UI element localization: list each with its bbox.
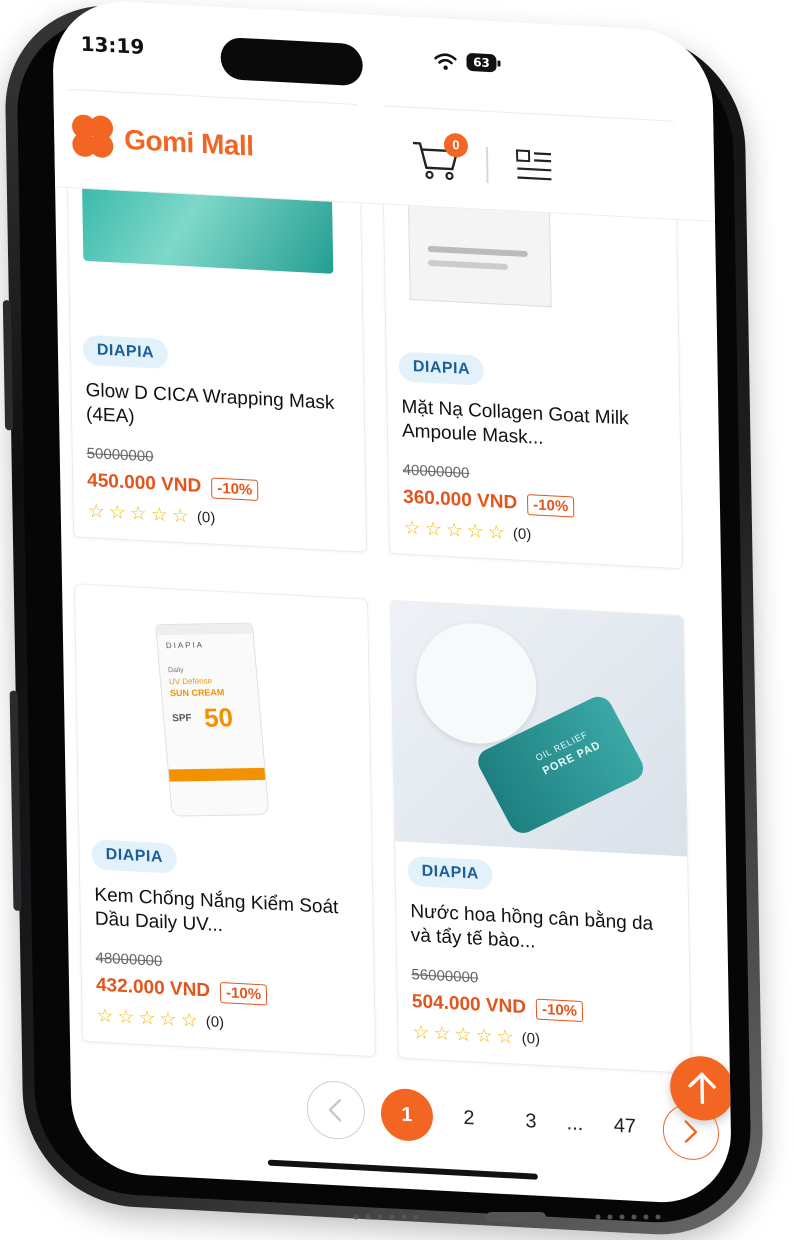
star-icon: ☆	[445, 519, 464, 542]
product-card[interactable]: DIAPIA Daily UV Defense SUN CREAM SPF 50…	[74, 583, 376, 1058]
star-icon: ☆	[159, 1008, 177, 1031]
product-card[interactable]: OIL RELIEF PORE PAD DIAPIA Nước hoa hồng…	[389, 599, 692, 1074]
star-icon: ☆	[87, 501, 105, 523]
rating-count: (0)	[196, 508, 216, 527]
next-page-button[interactable]	[662, 1102, 720, 1162]
brand-tag[interactable]: DIAPIA	[82, 334, 169, 370]
star-icon: ☆	[454, 1024, 472, 1047]
rating-row: ☆ ☆ ☆ ☆ ☆ (0)	[403, 517, 668, 552]
discount-badge: -10%	[527, 493, 575, 518]
star-icon: ☆	[475, 1025, 493, 1048]
sunscreen-spf-value: 50	[202, 702, 235, 733]
sale-price: 504.000 VND	[411, 991, 527, 1019]
star-icon: ☆	[171, 505, 190, 528]
dynamic-island	[220, 36, 364, 87]
menu-icon[interactable]	[515, 148, 553, 182]
volume-up-button	[2, 299, 14, 431]
speaker-grille	[353, 1212, 661, 1222]
sunscreen-label-2: UV Defense	[168, 676, 213, 687]
discount-badge: -10%	[219, 981, 268, 1006]
star-icon: ☆	[150, 504, 169, 527]
price-row: 360.000 VND -10%	[403, 487, 667, 523]
device-stage: 13:19 63 Gomi Mall 0 DIAPIA Glow D CICA …	[0, 0, 794, 1240]
price-row: 504.000 VND -10%	[412, 991, 676, 1027]
chevron-left-icon	[328, 1099, 342, 1122]
rating-count: (0)	[205, 1013, 225, 1032]
sunscreen-tube-graphic: DIAPIA Daily UV Defense SUN CREAM SPF 50	[155, 622, 270, 817]
rating-row: ☆ ☆ ☆ ☆ ☆ (0)	[412, 1022, 676, 1056]
cotton-pad-graphic	[415, 620, 538, 747]
page-1-button[interactable]: 1	[380, 1087, 434, 1143]
page-47-button[interactable]: 47	[598, 1099, 651, 1154]
wifi-icon	[434, 53, 457, 70]
pagination: 1 2 3 ... 47	[71, 1071, 732, 1170]
star-icon: ☆	[180, 1009, 198, 1032]
star-icon: ☆	[424, 518, 442, 541]
product-name[interactable]: Nước hoa hồng cân bằng da và tẩy tế bào.…	[410, 900, 675, 962]
star-icon: ☆	[117, 1006, 135, 1029]
sunscreen-brand-text: DIAPIA	[165, 640, 205, 651]
product-name[interactable]: Mặt Nạ Collagen Goat Milk Ampoule Mask..…	[401, 395, 666, 457]
star-icon: ☆	[138, 1007, 156, 1030]
sale-price: 432.000 VND	[95, 974, 211, 1002]
star-icon: ☆	[466, 520, 485, 543]
rating-count: (0)	[521, 1029, 541, 1048]
sale-price: 450.000 VND	[87, 469, 202, 497]
sale-price: 360.000 VND	[402, 486, 518, 514]
star-icon: ☆	[496, 1026, 514, 1049]
star-icon: ☆	[433, 1023, 451, 1046]
brand-tag[interactable]: DIAPIA	[407, 855, 494, 891]
sunscreen-label-1: Daily	[167, 666, 184, 675]
status-time: 13:19	[80, 31, 145, 59]
product-name[interactable]: Kem Chống Nắng Kiểm Soát Dầu Daily UV...	[94, 883, 359, 945]
rating-row: ☆ ☆ ☆ ☆ ☆ (0)	[96, 1005, 360, 1040]
star-icon: ☆	[96, 1005, 114, 1028]
star-icon: ☆	[108, 502, 127, 525]
price-row: 432.000 VND -10%	[96, 975, 360, 1011]
price-row: 450.000 VND -10%	[87, 470, 351, 506]
discount-badge: -10%	[535, 998, 584, 1022]
header-divider	[485, 146, 489, 184]
star-icon: ☆	[412, 1022, 430, 1045]
page-3-button[interactable]: 3	[504, 1094, 557, 1149]
product-image[interactable]: OIL RELIEF PORE PAD	[390, 600, 688, 857]
star-icon: ☆	[129, 503, 148, 526]
rating-count: (0)	[512, 525, 532, 544]
sunscreen-spf-label: SPF	[171, 712, 193, 725]
volume-down-button	[9, 690, 22, 912]
phone-screen: 13:19 63 Gomi Mall 0 DIAPIA Glow D CICA …	[51, 0, 733, 1206]
product-image[interactable]: DIAPIA Daily UV Defense SUN CREAM SPF 50	[75, 584, 372, 840]
star-icon: ☆	[487, 522, 506, 544]
star-icon: ☆	[403, 517, 421, 540]
gomi-logo-icon[interactable]	[68, 111, 117, 162]
brand-tag[interactable]: DIAPIA	[91, 839, 178, 874]
prev-page-button[interactable]	[306, 1079, 366, 1141]
home-indicator[interactable]	[267, 1159, 538, 1180]
brand-tag[interactable]: DIAPIA	[398, 351, 485, 386]
page-2-button[interactable]: 2	[442, 1091, 495, 1146]
chevron-right-icon	[684, 1120, 698, 1143]
rating-row: ☆ ☆ ☆ ☆ ☆ (0)	[87, 501, 352, 535]
logo-text[interactable]: Gomi Mall	[124, 124, 254, 163]
product-name[interactable]: Glow D CICA Wrapping Mask (4EA)	[85, 379, 350, 441]
battery-indicator: 63	[466, 52, 497, 73]
discount-badge: -10%	[211, 476, 259, 501]
pagination-ellipsis: ...	[566, 1112, 584, 1136]
status-bar: 13:19 63	[52, 0, 713, 103]
sunscreen-label-3: SUN CREAM	[169, 687, 225, 699]
